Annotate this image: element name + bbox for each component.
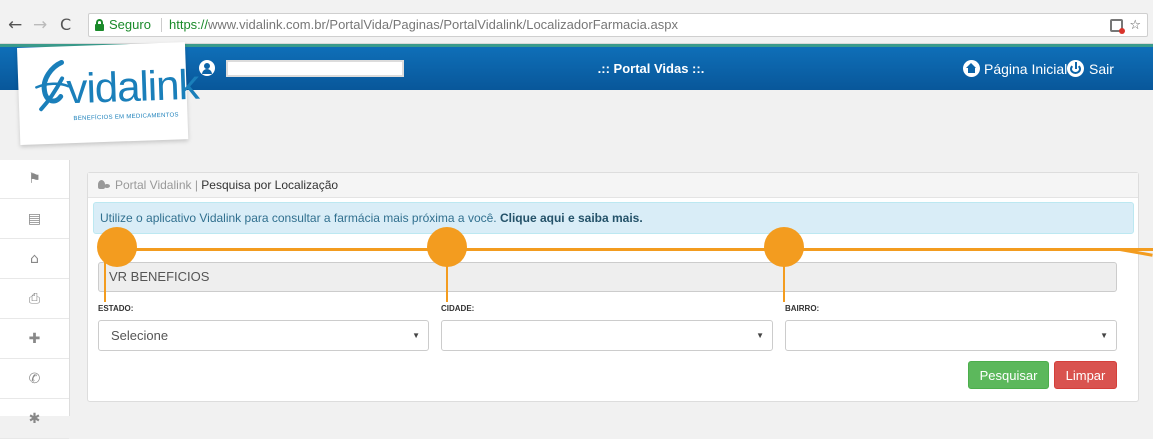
chevron-down-icon: ▼ — [1100, 331, 1108, 340]
estado-label: ESTADO: — [98, 304, 134, 313]
reload-icon[interactable]: C — [60, 17, 71, 33]
back-icon[interactable]: ← — [8, 17, 22, 34]
clear-button[interactable]: Limpar — [1054, 361, 1117, 389]
url-path: www.vidalink.com.br/PortalVida/Paginas/P… — [208, 17, 678, 32]
logo-tagline: BENEFÍCIOS EM MEDICAMENTOS — [73, 112, 179, 123]
sidebar: ⚑ ▤ ⌂ ⎙ ✚ ✆ ✱ — [0, 160, 70, 439]
logo[interactable]: vidalink BENEFÍCIOS EM MEDICAMENTOS — [17, 42, 199, 145]
logout-link[interactable]: Sair — [1089, 61, 1114, 77]
annotation-horizontal-line — [117, 248, 1153, 251]
sidebar-item-printer[interactable]: ⎙ — [0, 280, 69, 319]
breadcrumb-parent[interactable]: Portal Vidalink | — [115, 178, 198, 192]
pharmacy-icon — [98, 180, 110, 190]
home-icon: ⌂ — [30, 251, 39, 267]
pharmacy-icon: ✚ — [28, 331, 41, 347]
annotation-marker-bairro — [764, 227, 804, 267]
company-field: VR BENEFICIOS — [98, 262, 1117, 292]
address-bar[interactable]: Seguro https://www.vidalink.com.br/Porta… — [88, 13, 1148, 37]
sidebar-item-pharmacy[interactable]: ✚ — [0, 320, 69, 359]
user-icon — [199, 60, 215, 76]
sidebar-item-phone[interactable]: ✆ — [0, 360, 69, 399]
star-icon[interactable]: ☆ — [1129, 18, 1141, 33]
user-name-field — [226, 60, 404, 77]
annotation-marker-estado — [97, 227, 137, 267]
chevron-down-icon: ▼ — [412, 331, 420, 340]
secure-label: Seguro — [109, 17, 151, 32]
flag-icon: ⚑ — [28, 171, 41, 187]
info-text: Utilize o aplicativo Vidalink para consu… — [100, 211, 497, 225]
browser-toolbar: ← → C Seguro https://www.vidalink.com.br… — [0, 0, 1153, 44]
info-link[interactable]: Clique aqui e saiba mais. — [500, 211, 643, 225]
cidade-select[interactable]: ▼ — [441, 320, 773, 351]
annotation-marker-cidade — [427, 227, 467, 267]
search-button[interactable]: Pesquisar — [968, 361, 1049, 389]
settings-icon: ✱ — [28, 411, 41, 427]
lock-icon — [95, 19, 104, 31]
estado-value: Selecione — [111, 328, 169, 343]
breadcrumb: Portal Vidalink | Pesquisa por Localizaç… — [88, 173, 1138, 198]
forward-icon[interactable]: → — [33, 17, 47, 34]
omnibox-divider — [161, 18, 162, 32]
power-icon[interactable] — [1067, 60, 1084, 77]
printer-icon: ⎙ — [28, 291, 41, 307]
chevron-down-icon: ▼ — [756, 331, 764, 340]
bairro-label: BAIRRO: — [785, 304, 820, 313]
estado-select[interactable]: Selecione ▼ — [98, 320, 429, 351]
logo-wordmark: vidalink — [65, 60, 200, 113]
document-icon: ▤ — [27, 211, 42, 227]
info-alert: Utilize o aplicativo Vidalink para consu… — [93, 202, 1134, 234]
bairro-select[interactable]: ▼ — [785, 320, 1117, 351]
breadcrumb-current: Pesquisa por Localização — [201, 178, 339, 192]
url-scheme: https:// — [169, 17, 209, 32]
url-text: https://www.vidalink.com.br/PortalVida/P… — [169, 14, 678, 36]
extension-icon[interactable] — [1110, 19, 1126, 35]
portal-title: .:: Portal Vidas ::. — [597, 61, 705, 76]
phone-icon: ✆ — [28, 371, 41, 387]
sidebar-item-settings[interactable]: ✱ — [0, 400, 69, 439]
sidebar-item-flag[interactable]: ⚑ — [0, 160, 69, 199]
cidade-label: CIDADE: — [441, 304, 475, 313]
search-panel: Portal Vidalink | Pesquisa por Localizaç… — [87, 172, 1139, 402]
home-link[interactable]: Página Inicial — [984, 61, 1067, 77]
sidebar-item-document[interactable]: ▤ — [0, 200, 69, 239]
home-icon[interactable] — [963, 60, 980, 77]
sidebar-item-home[interactable]: ⌂ — [0, 240, 69, 279]
